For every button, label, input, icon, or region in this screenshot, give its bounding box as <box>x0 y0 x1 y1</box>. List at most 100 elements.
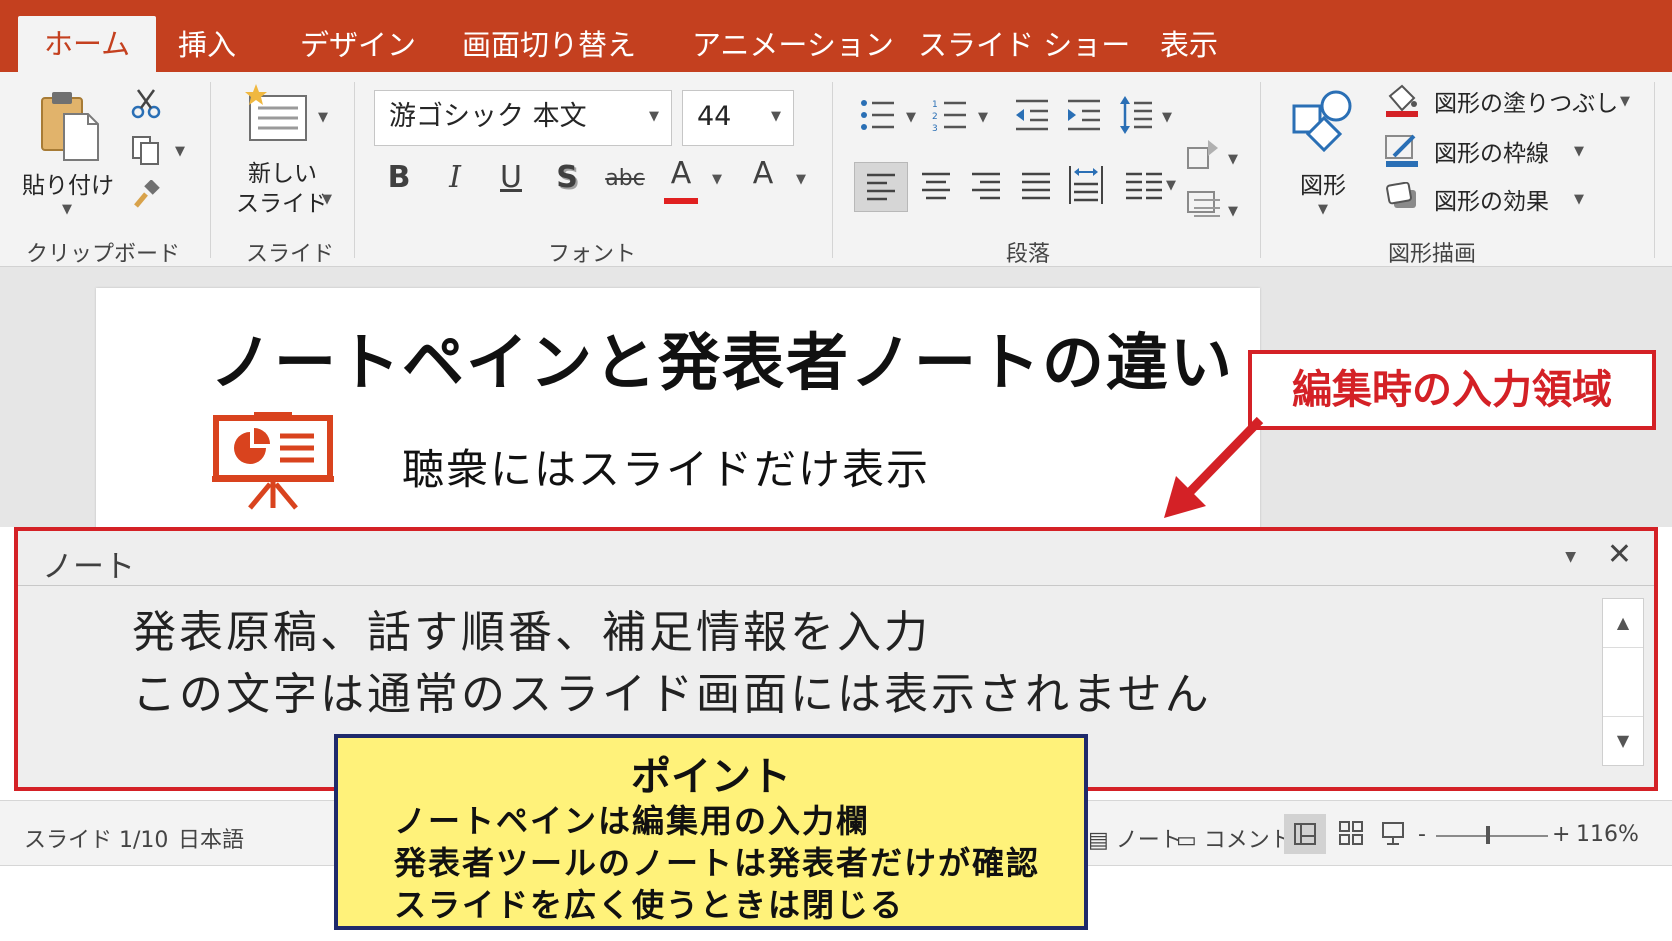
columns-icon[interactable] <box>1124 164 1164 208</box>
tab-transitions[interactable]: 画面切り替え <box>462 18 636 72</box>
copy-button[interactable] <box>130 134 162 170</box>
zoom-slider-track[interactable] <box>1436 835 1548 837</box>
normal-view-icon <box>1294 823 1316 845</box>
shape-fill-label[interactable]: 図形の塗りつぶし <box>1434 84 1618 118</box>
font-size-select[interactable]: 44 ▼ <box>682 90 794 146</box>
text-direction-icon[interactable] <box>1186 138 1222 174</box>
notes-pane-options-icon[interactable]: ▼ <box>1565 549 1576 565</box>
tab-insert[interactable]: 挿入 <box>178 18 236 72</box>
align-text-icon[interactable] <box>1186 190 1222 220</box>
slide-sorter-icon[interactable] <box>1338 820 1364 846</box>
align-left-button[interactable] <box>854 162 908 212</box>
shapes-label: 図形 <box>1300 173 1346 199</box>
italic-button[interactable]: I <box>440 160 470 195</box>
svg-text:2: 2 <box>932 112 938 122</box>
shape-outline-dropdown-icon[interactable]: ▼ <box>1574 144 1584 159</box>
notes-pane-title: ノート <box>42 549 135 585</box>
callout-edit-area: 編集時の入力領域 <box>1248 350 1656 430</box>
tab-slideshow[interactable]: スライド ショー <box>918 18 1130 72</box>
close-icon[interactable]: ✕ <box>1607 537 1632 572</box>
comments-toggle-button[interactable]: ▭ コメント <box>1176 822 1292 854</box>
slides-group-label: スライド <box>246 242 335 267</box>
ribbon-separator <box>1654 82 1655 258</box>
shape-fill-dropdown-icon[interactable]: ▼ <box>1620 94 1630 109</box>
notes-text-line[interactable]: この文字は通常のスライド画面には表示されません <box>132 658 1212 722</box>
font-name-select[interactable]: 游ゴシック 本文 ▼ <box>374 90 672 146</box>
notes-scrollbar[interactable]: ▲ ▼ <box>1602 598 1644 766</box>
svg-text:1: 1 <box>932 100 938 110</box>
zoom-slider-thumb[interactable] <box>1486 826 1490 844</box>
justify-icon[interactable] <box>1016 164 1056 208</box>
shape-effects-dropdown-icon[interactable]: ▼ <box>1574 192 1584 207</box>
format-painter-button[interactable] <box>132 179 162 214</box>
strikethrough-button[interactable]: abc <box>602 166 648 191</box>
ribbon-separator <box>210 82 211 258</box>
new-slide-button[interactable] <box>244 84 310 150</box>
language-indicator[interactable]: 日本語 <box>178 822 244 854</box>
numbering-icon[interactable]: 1 2 3 <box>932 98 968 132</box>
distributed-icon[interactable] <box>1066 162 1106 208</box>
paste-icon <box>41 92 99 161</box>
copy-icon <box>132 136 159 165</box>
callout-text: 編集時の入力領域 <box>1292 367 1612 413</box>
slide-title[interactable]: ノートペインと発表者ノートの違い <box>210 312 1234 402</box>
font-color-dropdown-icon[interactable]: ▼ <box>712 172 722 187</box>
font-group-label: フォント <box>548 242 637 267</box>
shapes-dropdown-icon[interactable]: ▼ <box>1318 202 1328 217</box>
slide-body-text[interactable]: 聴衆にはスライドだけ表示 <box>402 436 930 497</box>
notes-toggle-button[interactable]: ▤ ノート <box>1088 822 1182 854</box>
shapes-icon[interactable] <box>1290 86 1356 152</box>
callout-arrow-icon <box>1164 416 1264 518</box>
tab-view[interactable]: 表示 <box>1160 18 1218 72</box>
bullets-icon[interactable] <box>860 98 896 132</box>
bold-button[interactable]: B <box>384 160 414 195</box>
svg-text:3: 3 <box>932 124 938 132</box>
shape-outline-label[interactable]: 図形の枠線 <box>1434 134 1549 168</box>
layout-dropdown-icon[interactable]: ▼ <box>318 110 328 125</box>
paste-button[interactable] <box>38 90 102 166</box>
shape-fill-icon[interactable] <box>1384 84 1420 118</box>
new-slide-label-line1: 新しい <box>248 161 317 187</box>
ribbon-separator <box>832 82 833 258</box>
align-right-icon[interactable] <box>966 164 1006 208</box>
format-painter-icon <box>134 179 160 208</box>
change-case-dropdown-icon[interactable]: ▼ <box>796 172 806 187</box>
normal-view-button[interactable] <box>1284 814 1326 854</box>
drawing-group-label: 図形描画 <box>1388 242 1477 267</box>
reading-view-icon[interactable] <box>1380 820 1406 846</box>
text-shadow-button[interactable]: S <box>552 160 582 195</box>
bullets-dropdown-icon[interactable]: ▼ <box>906 110 916 125</box>
align-center-icon[interactable] <box>916 164 956 208</box>
increase-indent-icon[interactable] <box>1066 98 1102 132</box>
decrease-indent-icon[interactable] <box>1014 98 1050 132</box>
zoom-level[interactable]: 116% <box>1576 822 1639 847</box>
tab-home[interactable]: ホーム <box>18 16 157 74</box>
shape-effects-label[interactable]: 図形の効果 <box>1434 182 1549 216</box>
change-case-button[interactable]: A <box>748 156 778 191</box>
zoom-in-button[interactable]: + <box>1552 822 1570 847</box>
copy-dropdown-icon[interactable]: ▼ <box>175 144 185 159</box>
notes-text-line[interactable]: 発表原稿、話す順番、補足情報を入力 <box>132 596 931 660</box>
line-spacing-icon[interactable] <box>1118 96 1154 134</box>
scroll-up-icon[interactable]: ▲ <box>1603 599 1643 648</box>
tab-animations[interactable]: アニメーション <box>692 18 894 72</box>
ribbon: 貼り付け ▼ ▼ クリップボード ▼ 新しい スライド ▼ スライド 游ゴシック… <box>0 72 1672 267</box>
cut-button[interactable] <box>130 88 162 124</box>
columns-dropdown-icon[interactable]: ▼ <box>1166 178 1176 193</box>
slide-counter: スライド 1/10 <box>24 828 169 853</box>
align-text-dropdown-icon[interactable]: ▼ <box>1228 204 1238 219</box>
scroll-down-icon[interactable]: ▼ <box>1603 716 1643 765</box>
font-color-letter: A <box>670 156 692 191</box>
new-slide-dropdown-icon[interactable]: ▼ <box>322 192 332 207</box>
numbering-dropdown-icon[interactable]: ▼ <box>978 110 988 125</box>
zoom-out-button[interactable]: - <box>1418 822 1426 847</box>
tab-design[interactable]: デザイン <box>300 18 416 72</box>
line-spacing-dropdown-icon[interactable]: ▼ <box>1162 110 1172 125</box>
shape-effects-icon[interactable] <box>1386 182 1420 212</box>
font-color-button[interactable]: A <box>664 156 698 204</box>
paste-dropdown-icon[interactable]: ▼ <box>62 202 72 217</box>
shape-outline-icon[interactable] <box>1384 134 1420 168</box>
text-direction-dropdown-icon[interactable]: ▼ <box>1228 152 1238 167</box>
underline-button[interactable]: U <box>496 160 526 195</box>
clipboard-group-label: クリップボード <box>26 242 181 267</box>
